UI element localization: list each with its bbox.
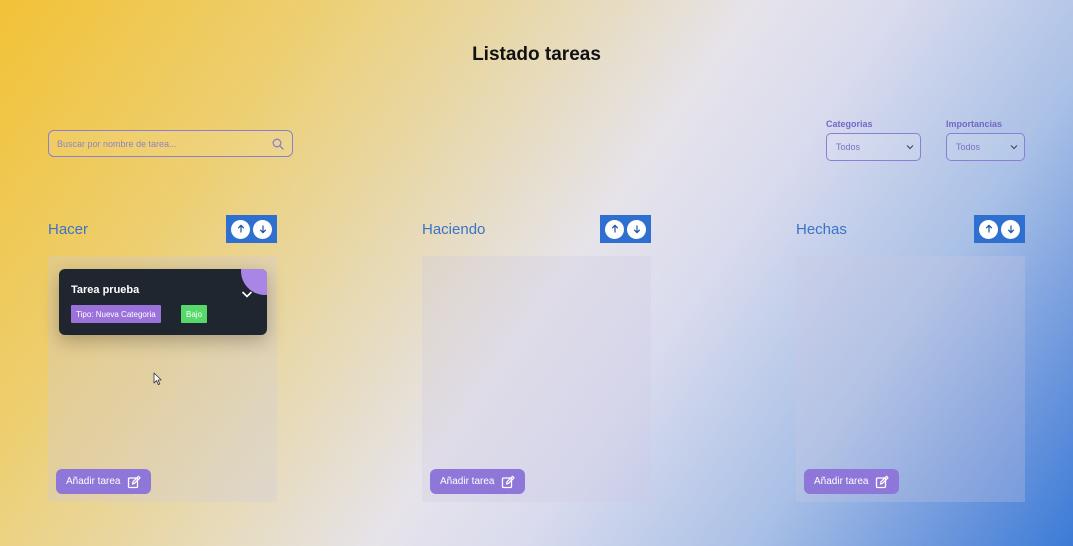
chevron-down-icon — [1010, 145, 1018, 150]
arrow-up-icon — [985, 224, 992, 233]
page-title: Listado tareas — [472, 44, 601, 65]
arrow-down-icon — [259, 225, 266, 234]
sort-controls — [226, 215, 277, 243]
add-task-label: Añadir tarea — [814, 476, 869, 487]
filter-categorias-label: Categorias — [826, 119, 873, 129]
arrow-up-icon — [611, 224, 618, 233]
importance-badge: Bajo — [181, 305, 208, 323]
search-input[interactable] — [57, 138, 272, 149]
categorias-select-value: Todos — [836, 142, 861, 152]
add-task-label: Añadir tarea — [440, 476, 495, 487]
column-body-hacer: Tarea prueba Tipo: Nueva Categoria Bajo … — [48, 256, 277, 502]
column-title: Haciendo — [422, 221, 486, 238]
edit-icon — [502, 475, 516, 488]
categorias-select[interactable]: Todos — [826, 133, 921, 161]
arrow-down-icon — [1007, 225, 1014, 234]
add-task-button[interactable]: Añadir tarea — [56, 469, 152, 494]
column-header-hacer: Hacer — [48, 215, 277, 243]
task-card-title: Tarea prueba — [71, 284, 140, 296]
column-header-haciendo: Haciendo — [422, 215, 651, 243]
sort-down-button[interactable] — [1001, 219, 1020, 239]
sort-controls — [600, 215, 651, 243]
importancias-select[interactable]: Todos — [946, 133, 1025, 161]
add-task-button[interactable]: Añadir tarea — [804, 469, 900, 494]
sort-up-button[interactable] — [979, 219, 998, 239]
sort-down-button[interactable] — [253, 219, 272, 239]
sort-controls — [974, 215, 1025, 243]
add-task-label: Añadir tarea — [66, 476, 121, 487]
sort-up-button[interactable] — [605, 219, 624, 239]
column-body-haciendo: Añadir tarea — [422, 256, 651, 502]
column-header-hechas: Hechas — [796, 215, 1025, 243]
chevron-down-icon[interactable] — [241, 288, 253, 300]
column-title: Hechas — [796, 221, 847, 238]
filter-categorias: Categorias Todos — [826, 119, 921, 161]
arrow-up-icon — [237, 224, 244, 233]
arrow-down-icon — [633, 225, 640, 234]
search-box[interactable] — [48, 130, 293, 157]
search-icon[interactable] — [272, 138, 284, 150]
filter-importancias-label: Importancias — [946, 119, 1003, 129]
column-title: Hacer — [48, 221, 89, 238]
column-body-hechas: Añadir tarea — [796, 256, 1025, 502]
importancias-select-value: Todos — [956, 142, 981, 152]
sort-up-button[interactable] — [231, 219, 250, 239]
category-badge: Tipo: Nueva Categoria — [71, 305, 161, 323]
edit-icon — [876, 475, 890, 488]
edit-icon — [128, 475, 142, 488]
filter-importancias: Importancias Todos — [946, 119, 1025, 161]
chevron-down-icon — [906, 145, 914, 150]
sort-down-button[interactable] — [627, 219, 646, 239]
mouse-cursor-icon — [153, 372, 162, 385]
task-card[interactable]: Tarea prueba Tipo: Nueva Categoria Bajo — [59, 269, 267, 335]
add-task-button[interactable]: Añadir tarea — [430, 469, 526, 494]
